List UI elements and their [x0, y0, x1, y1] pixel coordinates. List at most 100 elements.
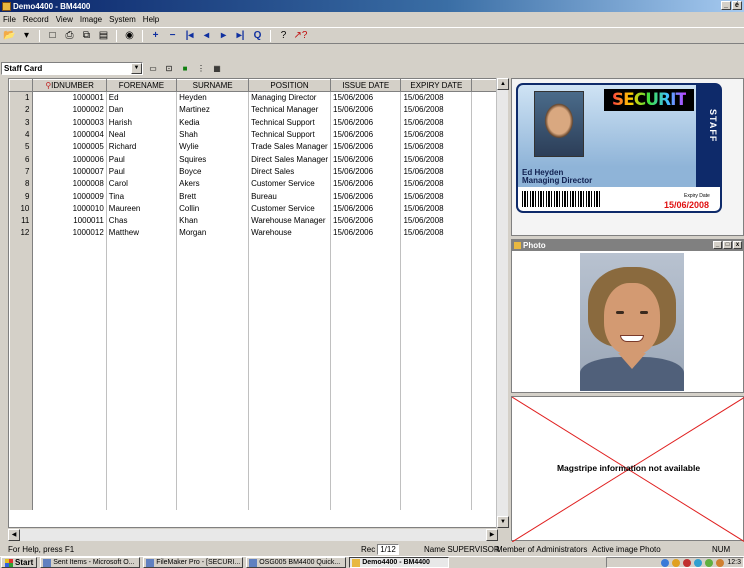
- idnumber-cell[interactable]: 1000002: [32, 103, 107, 117]
- expiry-date-cell[interactable]: 15/06/2008: [400, 152, 473, 166]
- surname-cell[interactable]: Akers: [176, 177, 250, 190]
- title-bar[interactable]: Demo4400 - BM4400 _ é: [0, 0, 744, 12]
- idnumber-cell[interactable]: 1000010: [32, 202, 107, 215]
- column-header[interactable]: ISSUE DATE: [329, 79, 402, 92]
- forename-cell[interactable]: Ed: [106, 91, 178, 104]
- menu-image[interactable]: Image: [80, 15, 102, 24]
- network-icon[interactable]: [661, 558, 670, 567]
- idnumber-cell[interactable]: 1000004: [32, 128, 107, 141]
- previous-record-icon[interactable]: ◂: [200, 29, 213, 42]
- surname-cell[interactable]: Shah: [176, 128, 250, 141]
- add-record-icon[interactable]: +: [149, 29, 162, 42]
- print-preview-icon[interactable]: □: [46, 29, 59, 42]
- restore-button[interactable]: é: [732, 1, 742, 10]
- issue-date-cell[interactable]: 15/06/2006: [330, 91, 402, 104]
- photo-minimize-button[interactable]: _: [713, 241, 722, 249]
- first-record-icon[interactable]: |◂: [183, 29, 196, 42]
- help-icon[interactable]: ?: [277, 29, 290, 42]
- horizontal-scrollbar[interactable]: ◀ ▶: [8, 529, 498, 541]
- forename-cell[interactable]: Carol: [106, 177, 178, 190]
- expiry-date-cell[interactable]: 15/06/2008: [400, 128, 473, 141]
- context-help-icon[interactable]: ↗?: [294, 29, 308, 42]
- scroll-left-arrow-icon[interactable]: ◀: [8, 529, 20, 541]
- issue-date-cell[interactable]: 15/06/2006: [330, 202, 402, 215]
- dropdown-icon[interactable]: ▾: [20, 29, 33, 42]
- align-icon[interactable]: ⋮: [195, 62, 207, 74]
- menu-file[interactable]: File: [3, 15, 16, 24]
- table-row[interactable]: 7 1000007 Paul Boyce Direct Sales 15/06/2006 1…: [9, 165, 497, 178]
- position-cell[interactable]: Customer Service: [248, 177, 331, 190]
- surname-cell[interactable]: Heyden: [176, 91, 250, 104]
- card-view-icon[interactable]: ▭: [147, 62, 159, 74]
- scroll-right-arrow-icon[interactable]: ▶: [486, 529, 498, 541]
- photo-window-titlebar[interactable]: Photo _ □ x: [512, 240, 743, 251]
- forename-cell[interactable]: Paul: [106, 152, 178, 166]
- expiry-date-cell[interactable]: 15/06/2008: [400, 91, 473, 104]
- issue-date-cell[interactable]: 15/06/2006: [330, 189, 402, 203]
- idnumber-cell[interactable]: 1000008: [32, 177, 107, 190]
- delete-record-icon[interactable]: −: [166, 29, 179, 42]
- table-row[interactable]: 11 1000011 Chas Khan Warehouse Manager 15/06/…: [9, 214, 497, 227]
- expiry-date-cell[interactable]: 15/06/2008: [400, 214, 473, 227]
- copy-icon[interactable]: ⧉: [80, 29, 93, 42]
- position-cell[interactable]: Customer Service: [248, 202, 331, 215]
- issue-date-cell[interactable]: 15/06/2006: [330, 128, 402, 141]
- surname-cell[interactable]: Khan: [176, 214, 250, 227]
- antivirus-icon[interactable]: [683, 558, 692, 567]
- scroll-up-arrow-icon[interactable]: ▲: [497, 78, 509, 90]
- chevron-down-icon[interactable]: ▼: [131, 62, 142, 74]
- idnumber-cell[interactable]: 1000005: [32, 140, 107, 153]
- barcode-icon[interactable]: ▦: [211, 62, 223, 74]
- camera-icon[interactable]: ◉: [123, 29, 136, 42]
- menu-help[interactable]: Help: [143, 15, 159, 24]
- menu-record[interactable]: Record: [23, 15, 49, 24]
- update-icon[interactable]: [705, 558, 714, 567]
- forename-cell[interactable]: Harish: [106, 116, 178, 129]
- expiry-date-cell[interactable]: 15/06/2008: [400, 140, 473, 153]
- issue-date-cell[interactable]: 15/06/2006: [330, 152, 402, 166]
- menu-system[interactable]: System: [109, 15, 136, 24]
- menu-view[interactable]: View: [56, 15, 73, 24]
- expiry-date-cell[interactable]: 15/06/2008: [400, 226, 473, 240]
- issue-date-cell[interactable]: 15/06/2006: [330, 177, 402, 190]
- forename-cell[interactable]: Chas: [106, 214, 178, 227]
- idnumber-cell[interactable]: 1000001: [32, 91, 107, 104]
- issue-date-cell[interactable]: 15/06/2006: [330, 140, 402, 153]
- taskbar-item[interactable]: FileMaker Pro - [SECURI...: [143, 557, 244, 568]
- photo-close-button[interactable]: x: [733, 241, 742, 249]
- photo-maximize-button[interactable]: □: [723, 241, 732, 249]
- position-cell[interactable]: Technical Support: [248, 128, 331, 141]
- minimize-button[interactable]: _: [721, 1, 731, 10]
- table-row[interactable]: 8 1000008 Carol Akers Customer Service 15/06/…: [9, 177, 497, 190]
- green-block-icon[interactable]: ■: [179, 62, 191, 74]
- position-cell[interactable]: Technical Support: [248, 116, 331, 129]
- expiry-date-cell[interactable]: 15/06/2008: [400, 103, 473, 117]
- find-icon[interactable]: Q: [251, 29, 264, 42]
- forename-cell[interactable]: Dan: [106, 103, 178, 117]
- card-design-select[interactable]: Staff Card ▼: [1, 61, 143, 75]
- table-row[interactable]: 9 1000009 Tina Brett Bureau 15/06/2006 15/06/2…: [9, 189, 497, 203]
- table-row[interactable]: 1 1000001 Ed Heyden Managing Director 15/06/2…: [9, 91, 497, 104]
- table-row[interactable]: 6 1000006 Paul Squires Direct Sales Manager 1…: [9, 152, 497, 166]
- expiry-date-cell[interactable]: 15/06/2008: [400, 177, 473, 190]
- scroll-down-arrow-icon[interactable]: ▼: [497, 516, 509, 528]
- vertical-scrollbar[interactable]: ▲ ▼: [496, 78, 509, 528]
- taskbar-item-active[interactable]: Demo4400 - BM4400: [349, 557, 450, 568]
- expiry-date-cell[interactable]: 15/06/2008: [400, 116, 473, 129]
- surname-cell[interactable]: Kedia: [176, 116, 250, 129]
- issue-date-cell[interactable]: 15/06/2006: [330, 165, 402, 178]
- forename-cell[interactable]: Richard: [106, 140, 178, 153]
- table-row[interactable]: 4 1000004 Neal Shah Technical Support 15/06/2…: [9, 128, 497, 141]
- table-row[interactable]: 5 1000005 Richard Wylie Trade Sales Manager 1…: [9, 140, 497, 153]
- position-cell[interactable]: Warehouse: [248, 226, 331, 240]
- next-record-icon[interactable]: ▸: [217, 29, 230, 42]
- position-cell[interactable]: Technical Manager: [248, 103, 331, 117]
- column-header[interactable]: SURNAME: [176, 79, 250, 92]
- expiry-date-cell[interactable]: 15/06/2008: [400, 202, 473, 215]
- idnumber-cell[interactable]: 1000003: [32, 116, 107, 129]
- card-edit-icon[interactable]: ⊡: [163, 62, 175, 74]
- column-header[interactable]: ⚲IDNUMBER: [32, 79, 107, 92]
- issue-date-cell[interactable]: 15/06/2006: [330, 116, 402, 129]
- surname-cell[interactable]: Martinez: [176, 103, 250, 117]
- issue-date-cell[interactable]: 15/06/2006: [330, 103, 402, 117]
